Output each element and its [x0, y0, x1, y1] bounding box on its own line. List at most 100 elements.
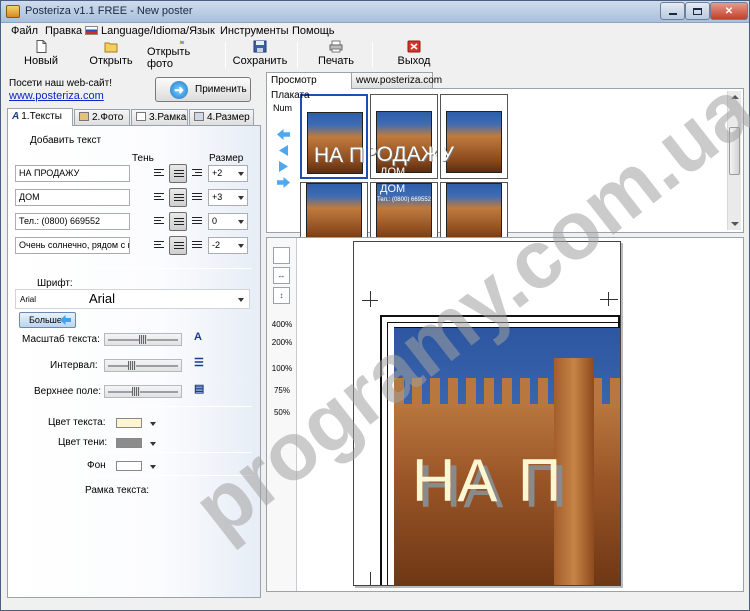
shadow-color-swatch[interactable] [116, 438, 142, 448]
align-left-icon[interactable] [150, 188, 168, 207]
close-button[interactable]: ✕ [710, 2, 748, 20]
font-label: Шрифт: [37, 278, 73, 289]
text-scale-label: Масштаб текста: [22, 334, 100, 345]
thumbnail-grid: НА ПРОДАЖУ НА ПРОДАЖУ ДОМ НА ПРОДАЖУ ДОМ [300, 94, 508, 267]
menu-file[interactable]: Файл [11, 25, 38, 37]
align-right-icon[interactable] [188, 188, 206, 207]
tab-poster-preview[interactable]: Просмотр Плаката [266, 72, 352, 101]
chevron-down-icon[interactable] [150, 422, 156, 426]
chevron-down-icon[interactable] [150, 465, 156, 469]
zoom-75[interactable]: 75% [268, 386, 296, 395]
arrow-right-icon[interactable] [277, 177, 290, 188]
menu-help[interactable]: Помощь [292, 25, 335, 37]
thumbnail-page[interactable]: НА ПРОДАЖУ ДОМ [370, 94, 438, 179]
title-bar[interactable]: Posteriza v1.1 FREE - New poster ✕ [1, 1, 749, 23]
tab-frame[interactable]: 3.Рамка [131, 109, 188, 125]
new-button[interactable]: Новый [21, 40, 61, 70]
poster-page: НА П [353, 241, 621, 586]
poster-preview: ↔ ↕ 400% 200% 100% 75% 50% НА П [266, 237, 744, 592]
fit-width-icon[interactable]: ↔ [273, 267, 290, 284]
frame-icon [136, 112, 146, 121]
save-button[interactable]: Сохранить [231, 40, 289, 70]
open-button[interactable]: Открыть [87, 40, 135, 70]
align-center-icon[interactable] [169, 236, 187, 255]
fit-height-icon[interactable]: ↕ [273, 287, 290, 304]
toolbar-separator [372, 42, 373, 68]
align-left-icon[interactable] [150, 212, 168, 231]
zoom-50[interactable]: 50% [268, 408, 296, 417]
triangle-right-icon[interactable] [279, 161, 288, 172]
align-left-icon[interactable] [150, 236, 168, 255]
text-scale-icon: A [194, 331, 202, 343]
scroll-up-icon[interactable] [731, 95, 739, 99]
align-left-icon[interactable] [150, 164, 168, 183]
background-label: Фон [87, 460, 106, 471]
arrow-left-icon[interactable] [277, 129, 290, 140]
align-center-icon[interactable] [169, 212, 187, 231]
thumbnail-photo [306, 183, 362, 245]
chevron-down-icon[interactable] [150, 442, 156, 446]
print-button[interactable]: Печать [316, 40, 356, 70]
add-text-label: Добавить текст [30, 135, 102, 146]
print-label: Печать [317, 55, 355, 67]
text-color-swatch[interactable] [116, 418, 142, 428]
font-select[interactable]: Arial Arial [15, 289, 250, 309]
text-scale-slider[interactable] [104, 333, 182, 346]
chevron-down-icon [238, 244, 244, 248]
triangle-left-icon[interactable] [279, 145, 288, 156]
text-line-2-size[interactable]: +3 [208, 189, 248, 206]
text-line-1-size[interactable]: +2 [208, 165, 248, 182]
slider-thumb[interactable] [132, 387, 141, 396]
text-line-4-size[interactable]: -2 [208, 237, 248, 254]
tab-texts[interactable]: A 1.Тексты [7, 108, 73, 126]
scroll-down-icon[interactable] [731, 222, 739, 226]
top-margin-slider[interactable] [104, 385, 182, 398]
text-line-1-input[interactable]: НА ПРОДАЖУ [15, 165, 130, 182]
text-line-4-input[interactable]: Очень солнечно, рядом с ш [15, 237, 130, 254]
open-photo-button[interactable]: Открыть фото [147, 40, 217, 70]
tab-size[interactable]: 4.Размер [189, 109, 254, 125]
zoom-200[interactable]: 200% [268, 338, 296, 347]
photo-icon [79, 112, 89, 121]
align-center-icon[interactable] [169, 164, 187, 183]
font-preview: Arial [89, 291, 116, 306]
menu-language-label: Language/Idioma/Язык [101, 25, 215, 37]
slider-thumb[interactable] [138, 335, 147, 344]
text-line-3-input[interactable]: Тел.: (0800) 669552 [15, 213, 130, 230]
thumbnail-page[interactable]: НА ПРОДАЖУ [440, 94, 508, 179]
scrollbar-thumb[interactable] [729, 127, 740, 175]
size-value: +3 [212, 192, 223, 202]
align-right-icon[interactable] [188, 212, 206, 231]
crop-mark [600, 299, 618, 300]
spacing-slider[interactable] [104, 359, 182, 372]
text-line-3-size[interactable]: 0 [208, 213, 248, 230]
zoom-400[interactable]: 400% [268, 320, 296, 329]
fit-page-icon[interactable] [273, 247, 290, 264]
close-icon: ✕ [724, 5, 734, 17]
thumbnails-scrollbar[interactable] [727, 91, 741, 230]
thumbnail-page[interactable]: НА ПРОДАЖУ [300, 94, 368, 179]
background-color-swatch[interactable] [116, 461, 142, 471]
slider-thumb[interactable] [128, 361, 137, 370]
align-right-icon[interactable] [188, 164, 206, 183]
zoom-100[interactable]: 100% [268, 364, 296, 373]
maximize-button[interactable] [685, 2, 710, 20]
thumbnail-text: ДОМ [380, 166, 406, 178]
more-button[interactable]: Больше [19, 312, 76, 328]
website-link[interactable]: www.posteriza.com [9, 90, 104, 102]
tab-website[interactable]: www.posteriza.com [351, 72, 442, 88]
thumbnail-text: ДОМ [380, 183, 406, 195]
top-margin-icon: ▤ [194, 383, 205, 395]
text-line-2-input[interactable]: ДОМ [15, 189, 130, 206]
apply-button[interactable]: ➜ Применить [155, 77, 251, 102]
minimize-button[interactable] [660, 2, 685, 20]
align-right-icon[interactable] [188, 236, 206, 255]
zoom-toolbar: ↔ ↕ 400% 200% 100% 75% 50% [267, 238, 297, 591]
menu-edit[interactable]: Правка [45, 25, 82, 37]
texts-tab-panel: Добавить текст Тень Размер НА ПРОДАЖУ +2… [7, 125, 261, 598]
exit-button[interactable]: Выход [394, 40, 434, 70]
menu-tools[interactable]: Инструменты [220, 25, 289, 37]
menu-language[interactable]: Language/Idioma/Язык [85, 25, 215, 37]
tab-photo[interactable]: 2.Фото [74, 109, 130, 125]
align-center-icon[interactable] [169, 188, 187, 207]
